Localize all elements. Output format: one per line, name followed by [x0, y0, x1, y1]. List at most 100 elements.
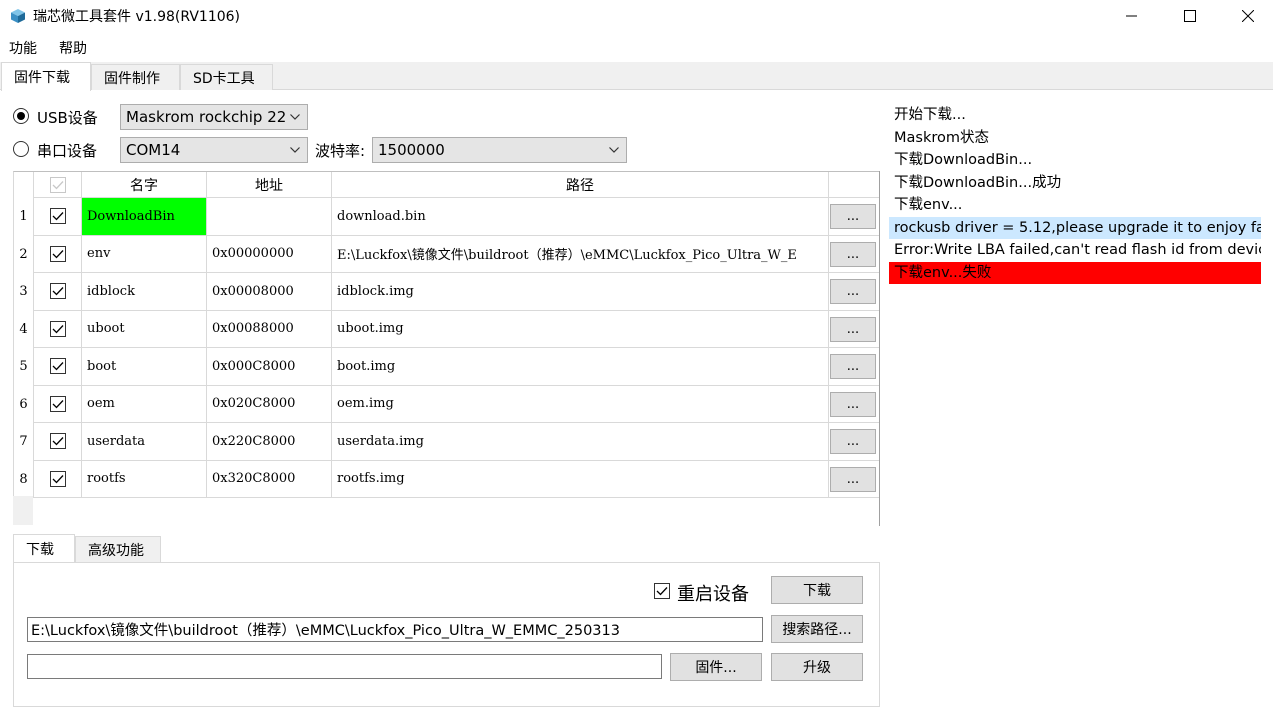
- row-button-cell: ...: [829, 273, 880, 311]
- row-checkbox[interactable]: [49, 208, 66, 225]
- button-column-header: [829, 172, 880, 198]
- row-check-cell: [34, 198, 82, 236]
- partition-grid: 名字 地址 路径 1 DownloadBin download.bin... 2 env…: [13, 171, 880, 525]
- usb-device-radio[interactable]: [13, 108, 29, 124]
- row-check-cell: [34, 310, 82, 348]
- menu-function[interactable]: 功能: [9, 38, 37, 58]
- row-name[interactable]: env: [82, 235, 207, 273]
- baud-rate-value: 1500000: [378, 141, 445, 159]
- search-path-button[interactable]: 搜索路径...: [771, 615, 863, 643]
- tab-sd-card-tool[interactable]: SD卡工具: [180, 64, 273, 90]
- menu-help[interactable]: 帮助: [59, 38, 87, 58]
- check-icon: [52, 324, 63, 334]
- maximize-button[interactable]: [1161, 0, 1219, 32]
- row-name[interactable]: oem: [82, 385, 207, 423]
- row-path[interactable]: uboot.img: [332, 310, 829, 348]
- check-icon: [52, 474, 63, 484]
- radio-dot: [17, 112, 25, 120]
- row-address[interactable]: 0x020C8000: [207, 385, 332, 423]
- browse-file-button[interactable]: ...: [830, 354, 876, 379]
- row-name[interactable]: userdata: [82, 423, 207, 461]
- firmware-file-field[interactable]: [27, 654, 662, 679]
- browse-file-button[interactable]: ...: [830, 279, 876, 304]
- row-address[interactable]: 0x000C8000: [207, 348, 332, 386]
- table-row[interactable]: 6 oem 0x020C8000 oem.img...: [14, 385, 880, 423]
- reboot-checkbox[interactable]: [654, 583, 670, 599]
- usb-device-select[interactable]: Maskrom rockchip 22: [120, 104, 308, 130]
- minimize-button[interactable]: [1103, 0, 1161, 32]
- check-icon: [52, 287, 63, 296]
- check-icon: [656, 587, 668, 596]
- row-path[interactable]: download.bin: [332, 198, 829, 236]
- chevron-down-icon: [607, 141, 621, 159]
- log-line: rockusb driver = 5.12,please upgrade it …: [889, 216, 1261, 239]
- row-number: 6: [14, 385, 34, 423]
- row-name[interactable]: boot: [82, 348, 207, 386]
- select-all-checkbox[interactable]: [49, 176, 66, 193]
- table-row[interactable]: 2 env 0x00000000 E:\Luckfox\镜像文件\buildroot（…: [14, 235, 880, 273]
- row-checkbox[interactable]: [49, 358, 66, 375]
- upgrade-button[interactable]: 升级: [771, 653, 863, 681]
- row-address[interactable]: 0x320C8000: [207, 460, 332, 498]
- table-row[interactable]: 3 idblock 0x00008000 idblock.img...: [14, 273, 880, 311]
- close-button[interactable]: [1219, 0, 1273, 32]
- row-name[interactable]: uboot: [82, 310, 207, 348]
- browse-file-button[interactable]: ...: [830, 204, 876, 229]
- tab-firmware-make[interactable]: 固件制作: [91, 64, 180, 90]
- select-all-header: [34, 172, 82, 198]
- usb-device-value: Maskrom rockchip 22: [126, 108, 287, 126]
- row-check-cell: [34, 348, 82, 386]
- table-row[interactable]: 1 DownloadBin download.bin...: [14, 198, 880, 236]
- serial-device-radio[interactable]: [13, 141, 29, 157]
- address-column-header: 地址: [207, 172, 332, 198]
- row-path[interactable]: rootfs.img: [332, 460, 829, 498]
- baud-rate-select[interactable]: 1500000: [372, 137, 627, 163]
- row-number: 5: [14, 348, 34, 386]
- row-checkbox[interactable]: [49, 470, 66, 487]
- row-name[interactable]: DownloadBin: [82, 198, 207, 236]
- row-address[interactable]: 0x00000000: [207, 235, 332, 273]
- row-path[interactable]: idblock.img: [332, 273, 829, 311]
- minimize-icon: [1126, 15, 1137, 17]
- row-address[interactable]: 0x220C8000: [207, 423, 332, 461]
- row-path[interactable]: oem.img: [332, 385, 829, 423]
- row-path[interactable]: userdata.img: [332, 423, 829, 461]
- tab-download[interactable]: 下载: [13, 534, 75, 563]
- table-row[interactable]: 7 userdata 0x220C8000 userdata.img...: [14, 423, 880, 461]
- firmware-path-field[interactable]: E:\Luckfox\镜像文件\buildroot（推荐）\eMMC\Luckf…: [27, 617, 763, 642]
- row-checkbox[interactable]: [49, 395, 66, 412]
- browse-file-button[interactable]: ...: [830, 466, 876, 492]
- tab-firmware-download[interactable]: 固件下载: [1, 62, 91, 91]
- download-button[interactable]: 下载: [771, 576, 863, 604]
- browse-file-button[interactable]: ...: [830, 241, 876, 267]
- row-checkbox[interactable]: [49, 433, 66, 450]
- log-line: 开始下载...: [894, 107, 966, 123]
- row-name[interactable]: rootfs: [82, 460, 207, 498]
- row-checkbox[interactable]: [49, 283, 66, 300]
- serial-port-select[interactable]: COM14: [120, 137, 308, 163]
- row-check-cell: [34, 460, 82, 498]
- check-icon: [52, 180, 63, 189]
- browse-file-button[interactable]: ...: [830, 316, 876, 342]
- row-address[interactable]: [207, 198, 332, 236]
- row-address[interactable]: 0x00088000: [207, 310, 332, 348]
- browse-file-button[interactable]: ...: [830, 429, 876, 454]
- row-path[interactable]: boot.img: [332, 348, 829, 386]
- row-number: 3: [14, 273, 34, 311]
- table-row[interactable]: 5 boot 0x000C8000 boot.img...: [14, 348, 880, 386]
- tab-advanced[interactable]: 高级功能: [75, 536, 161, 562]
- browse-file-button[interactable]: ...: [830, 391, 876, 417]
- row-check-cell: [34, 235, 82, 273]
- serial-port-value: COM14: [126, 141, 181, 159]
- row-checkbox[interactable]: [49, 320, 66, 337]
- chevron-down-icon: [288, 141, 302, 159]
- row-name[interactable]: idblock: [82, 273, 207, 311]
- firmware-button[interactable]: 固件...: [670, 653, 762, 681]
- table-row[interactable]: 4 uboot 0x00088000 uboot.img...: [14, 310, 880, 348]
- row-path[interactable]: E:\Luckfox\镜像文件\buildroot（推荐）\eMMC\Luckf…: [332, 235, 829, 273]
- row-checkbox[interactable]: [49, 245, 66, 262]
- row-address[interactable]: 0x00008000: [207, 273, 332, 311]
- row-check-cell: [34, 423, 82, 461]
- close-icon: [1242, 10, 1254, 22]
- table-row[interactable]: 8 rootfs 0x320C8000 rootfs.img...: [14, 460, 880, 498]
